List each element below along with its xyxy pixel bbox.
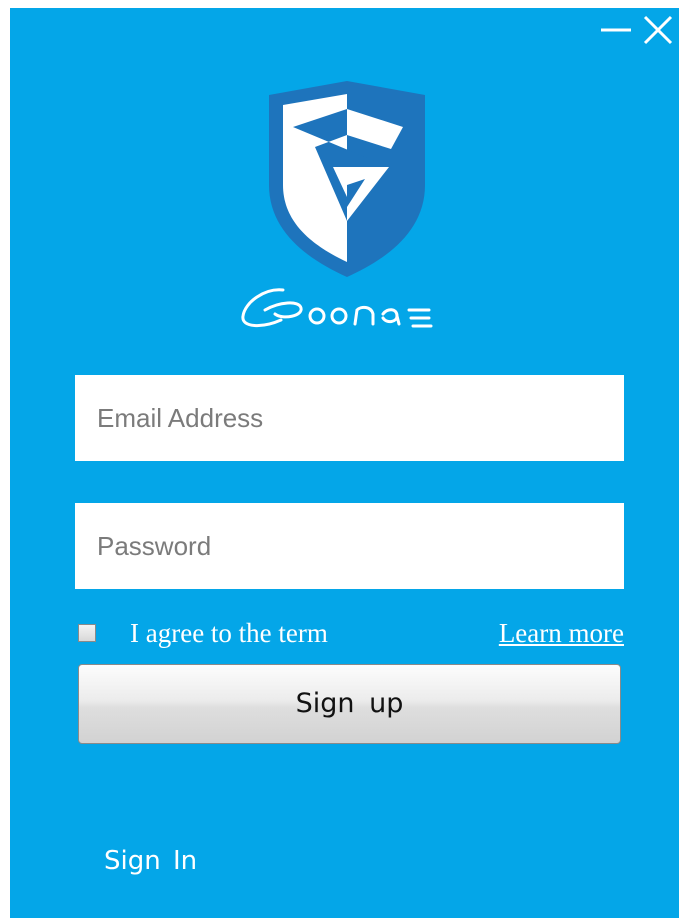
close-button[interactable] (637, 9, 679, 51)
password-input[interactable] (75, 503, 624, 589)
brand-logo (253, 81, 441, 277)
minimize-icon (601, 28, 631, 32)
learn-more-link[interactable]: Learn more (499, 618, 624, 649)
signup-window: I agree to the term Learn more Sign up S… (10, 8, 679, 918)
email-input[interactable] (75, 375, 624, 461)
window-controls (595, 8, 679, 52)
agree-checkbox[interactable] (78, 624, 96, 642)
agree-label: I agree to the term (130, 618, 328, 648)
shield-g-logo-icon (269, 81, 425, 277)
signin-link[interactable]: Sign In (104, 846, 197, 876)
minimize-button[interactable] (595, 9, 637, 51)
brand-wordmark (235, 284, 465, 334)
close-icon (643, 15, 673, 45)
signup-button[interactable]: Sign up (78, 664, 621, 744)
agree-row: I agree to the term Learn more (78, 615, 624, 651)
wordmark-script (241, 288, 433, 328)
